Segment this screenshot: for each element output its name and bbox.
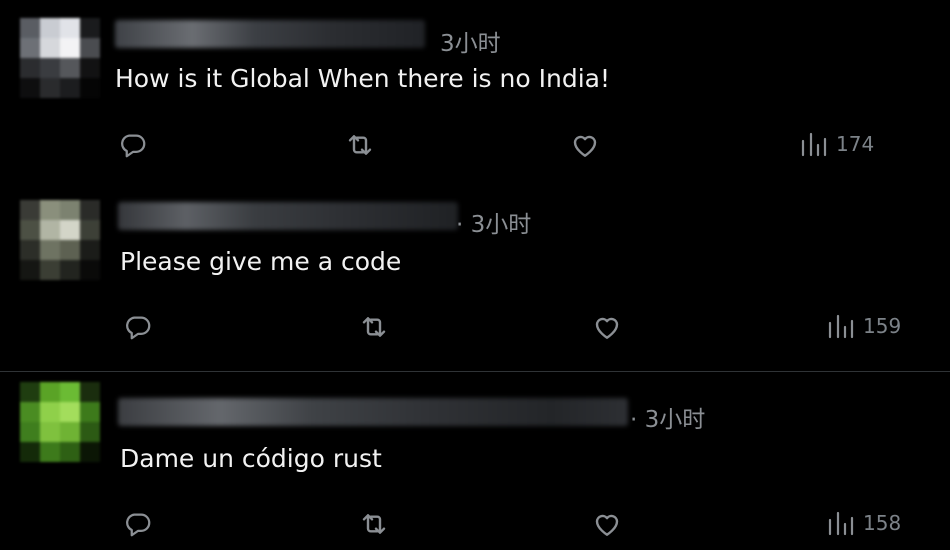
retweet-button[interactable] [357, 310, 391, 344]
reply-button[interactable] [121, 507, 155, 541]
views-icon [801, 132, 827, 157]
like-button[interactable] [590, 507, 624, 541]
username-redacted[interactable] [118, 398, 628, 426]
retweet-button[interactable] [357, 507, 391, 541]
username-redacted[interactable] [118, 202, 458, 230]
retweet-icon [348, 135, 372, 155]
timestamp[interactable]: · 3小时 [456, 205, 531, 239]
views-count[interactable]: 158 [827, 510, 901, 536]
avatar[interactable] [20, 200, 100, 280]
views-value: 158 [863, 511, 902, 535]
avatar[interactable] [20, 382, 100, 462]
retweet-icon [362, 514, 386, 534]
views-count[interactable]: 159 [827, 313, 901, 339]
views-value: 174 [836, 132, 875, 156]
like-icon [595, 317, 619, 339]
timestamp[interactable]: · 3小时 [630, 400, 705, 434]
views-value: 159 [863, 314, 902, 338]
reply-text: How is it Global When there is no India! [115, 64, 610, 93]
retweet-icon [362, 317, 386, 337]
reply-icon [126, 513, 151, 537]
like-button[interactable] [590, 310, 624, 344]
reply-item[interactable]: · 3小时 Dame un código rust 158 [0, 372, 950, 550]
reply-button[interactable] [121, 310, 155, 344]
reply-item[interactable]: · 3小时 Please give me a code 159 [0, 185, 950, 370]
reply-button[interactable] [116, 128, 150, 162]
reply-text: Dame un código rust [120, 444, 382, 473]
like-icon [595, 514, 619, 536]
reply-text: Please give me a code [120, 247, 402, 276]
views-icon [828, 314, 854, 339]
views-count[interactable]: 174 [800, 131, 874, 157]
username-redacted[interactable] [115, 20, 425, 48]
retweet-button[interactable] [343, 128, 377, 162]
reply-item[interactable]: 3小时 How is it Global When there is no In… [0, 0, 950, 185]
timestamp[interactable]: 3小时 [440, 24, 501, 58]
views-icon [828, 511, 854, 536]
reply-icon [121, 134, 146, 158]
like-button[interactable] [568, 128, 602, 162]
avatar[interactable] [20, 18, 100, 98]
reply-icon [126, 316, 151, 340]
like-icon [573, 135, 597, 157]
